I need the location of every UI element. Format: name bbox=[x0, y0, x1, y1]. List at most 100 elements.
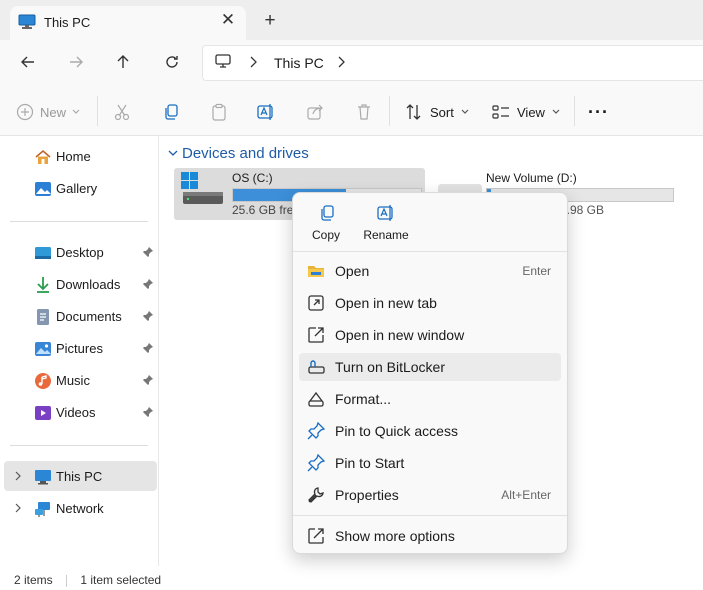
rename-button[interactable] bbox=[257, 97, 275, 127]
delete-button[interactable] bbox=[355, 97, 373, 127]
refresh-button[interactable] bbox=[157, 47, 187, 77]
forward-button[interactable] bbox=[61, 47, 91, 77]
music-icon bbox=[35, 373, 51, 389]
menu-item-label: Pin to Start bbox=[335, 455, 405, 471]
more-options-button[interactable]: ··· bbox=[588, 97, 609, 127]
sidebar-item-downloads[interactable]: Downloads bbox=[0, 269, 158, 299]
view-button[interactable]: View bbox=[492, 97, 561, 127]
menu-item-show-more-options[interactable]: Show more options bbox=[299, 522, 561, 550]
format-icon bbox=[308, 391, 324, 407]
status-divider bbox=[66, 574, 68, 587]
sidebar-item-pictures[interactable]: Pictures bbox=[0, 333, 158, 363]
videos-icon bbox=[35, 406, 51, 420]
copy-icon bbox=[165, 104, 178, 120]
computer-icon bbox=[18, 14, 36, 30]
menu-divider bbox=[293, 251, 567, 252]
menu-item-label: Properties bbox=[335, 487, 399, 503]
sidebar-item-videos[interactable]: Videos bbox=[0, 397, 158, 427]
sort-button-label: Sort bbox=[430, 104, 454, 120]
up-arrow-icon bbox=[117, 55, 129, 68]
desktop-folder-icon bbox=[35, 247, 51, 259]
menu-item-label: Turn on BitLocker bbox=[335, 359, 445, 375]
sidebar-item-desktop[interactable]: Desktop bbox=[0, 237, 158, 267]
menu-item-format[interactable]: Format... bbox=[299, 385, 561, 413]
breadcrumb-chevron-icon[interactable] bbox=[337, 56, 345, 68]
new-tab-button[interactable]: + bbox=[260, 10, 280, 32]
clipboard-icon bbox=[212, 103, 226, 121]
chevron-right-icon bbox=[15, 503, 21, 513]
sidebar-item-documents[interactable]: Documents bbox=[0, 301, 158, 331]
drive-free-space: 25.6 GB free bbox=[232, 203, 301, 217]
network-icon bbox=[35, 502, 50, 517]
section-title[interactable]: Devices and drives bbox=[182, 145, 309, 162]
menu-item-shortcut: Alt+Enter bbox=[501, 488, 551, 502]
sidebar-item-label: Music bbox=[56, 373, 90, 388]
chevron-down-icon bbox=[72, 109, 80, 114]
pin-icon bbox=[307, 422, 325, 440]
computer-icon bbox=[35, 470, 51, 485]
menu-item-open-in-new-tab[interactable]: Open in new tab bbox=[299, 289, 561, 317]
sidebar-item-label: Desktop bbox=[56, 245, 104, 260]
pin-icon bbox=[143, 311, 153, 321]
context-menu: Copy Rename Open Enter Open in new tab O… bbox=[292, 192, 568, 554]
sidebar-item-home[interactable]: Home bbox=[0, 141, 158, 171]
sidebar-item-this-pc[interactable]: This PC bbox=[4, 461, 157, 491]
breadcrumb-this-pc[interactable]: This PC bbox=[274, 55, 324, 71]
bitlocker-icon bbox=[308, 360, 325, 374]
menu-item-shortcut: Enter bbox=[522, 264, 551, 278]
rename-quick-action[interactable]: Rename bbox=[356, 201, 416, 251]
sidebar-item-music[interactable]: Music bbox=[0, 365, 158, 395]
chevron-down-icon bbox=[552, 109, 560, 114]
menu-item-label: Open in new window bbox=[335, 327, 465, 343]
sort-icon bbox=[406, 104, 421, 120]
computer-outline-icon bbox=[215, 54, 231, 69]
menu-item-label: Open bbox=[335, 263, 370, 279]
menu-item-properties[interactable]: Properties Alt+Enter bbox=[299, 481, 561, 509]
pin-icon bbox=[143, 375, 153, 385]
scissors-icon bbox=[114, 104, 130, 121]
rename-icon bbox=[377, 205, 393, 221]
pictures-icon bbox=[35, 342, 51, 356]
sidebar-item-gallery[interactable]: Gallery bbox=[0, 173, 158, 203]
new-button[interactable]: New bbox=[16, 97, 81, 127]
back-arrow-icon bbox=[21, 56, 34, 68]
share-button[interactable] bbox=[306, 97, 324, 127]
breadcrumb-chevron-icon[interactable] bbox=[249, 56, 257, 68]
drive-name: New Volume (D:) bbox=[486, 171, 577, 185]
downloads-icon bbox=[37, 277, 49, 293]
menu-item-pin-to-start[interactable]: Pin to Start bbox=[299, 449, 561, 477]
sidebar-item-label: Videos bbox=[56, 405, 96, 420]
sidebar-item-label: Pictures bbox=[56, 341, 103, 356]
pin-icon bbox=[307, 454, 325, 472]
cut-button[interactable] bbox=[113, 97, 131, 127]
rename-icon bbox=[257, 104, 273, 120]
menu-divider bbox=[293, 515, 567, 516]
copy-button[interactable] bbox=[162, 97, 180, 127]
chevron-down-icon bbox=[461, 109, 469, 114]
open-new-window-icon bbox=[308, 327, 324, 343]
trash-icon bbox=[358, 104, 370, 120]
menu-item-turn-on-bitlocker[interactable]: Turn on BitLocker bbox=[299, 353, 561, 381]
paste-button[interactable] bbox=[210, 97, 228, 127]
sidebar-divider bbox=[10, 445, 148, 446]
selection-count: 1 item selected bbox=[80, 573, 162, 587]
sidebar-item-network[interactable]: Network bbox=[0, 493, 158, 523]
properties-wrench-icon bbox=[308, 487, 324, 503]
menu-item-pin-to-quick-access[interactable]: Pin to Quick access bbox=[299, 417, 561, 445]
close-tab-button[interactable]: ✕ bbox=[218, 10, 238, 30]
toolbar-divider bbox=[574, 96, 575, 126]
up-button[interactable] bbox=[108, 47, 138, 77]
view-list-icon bbox=[492, 105, 509, 119]
home-icon bbox=[35, 149, 51, 164]
copy-quick-action[interactable]: Copy bbox=[296, 201, 356, 251]
menu-item-open[interactable]: Open Enter bbox=[299, 257, 561, 285]
show-more-options-icon bbox=[308, 528, 324, 544]
menu-item-open-in-new-window[interactable]: Open in new window bbox=[299, 321, 561, 349]
quick-action-label: Copy bbox=[311, 228, 340, 242]
sort-button[interactable]: Sort bbox=[405, 97, 470, 127]
back-button[interactable] bbox=[13, 47, 43, 77]
tab-title: This PC bbox=[44, 15, 91, 30]
quick-action-label: Rename bbox=[363, 228, 409, 242]
chevron-down-icon[interactable] bbox=[168, 149, 178, 157]
gallery-icon bbox=[35, 182, 51, 196]
